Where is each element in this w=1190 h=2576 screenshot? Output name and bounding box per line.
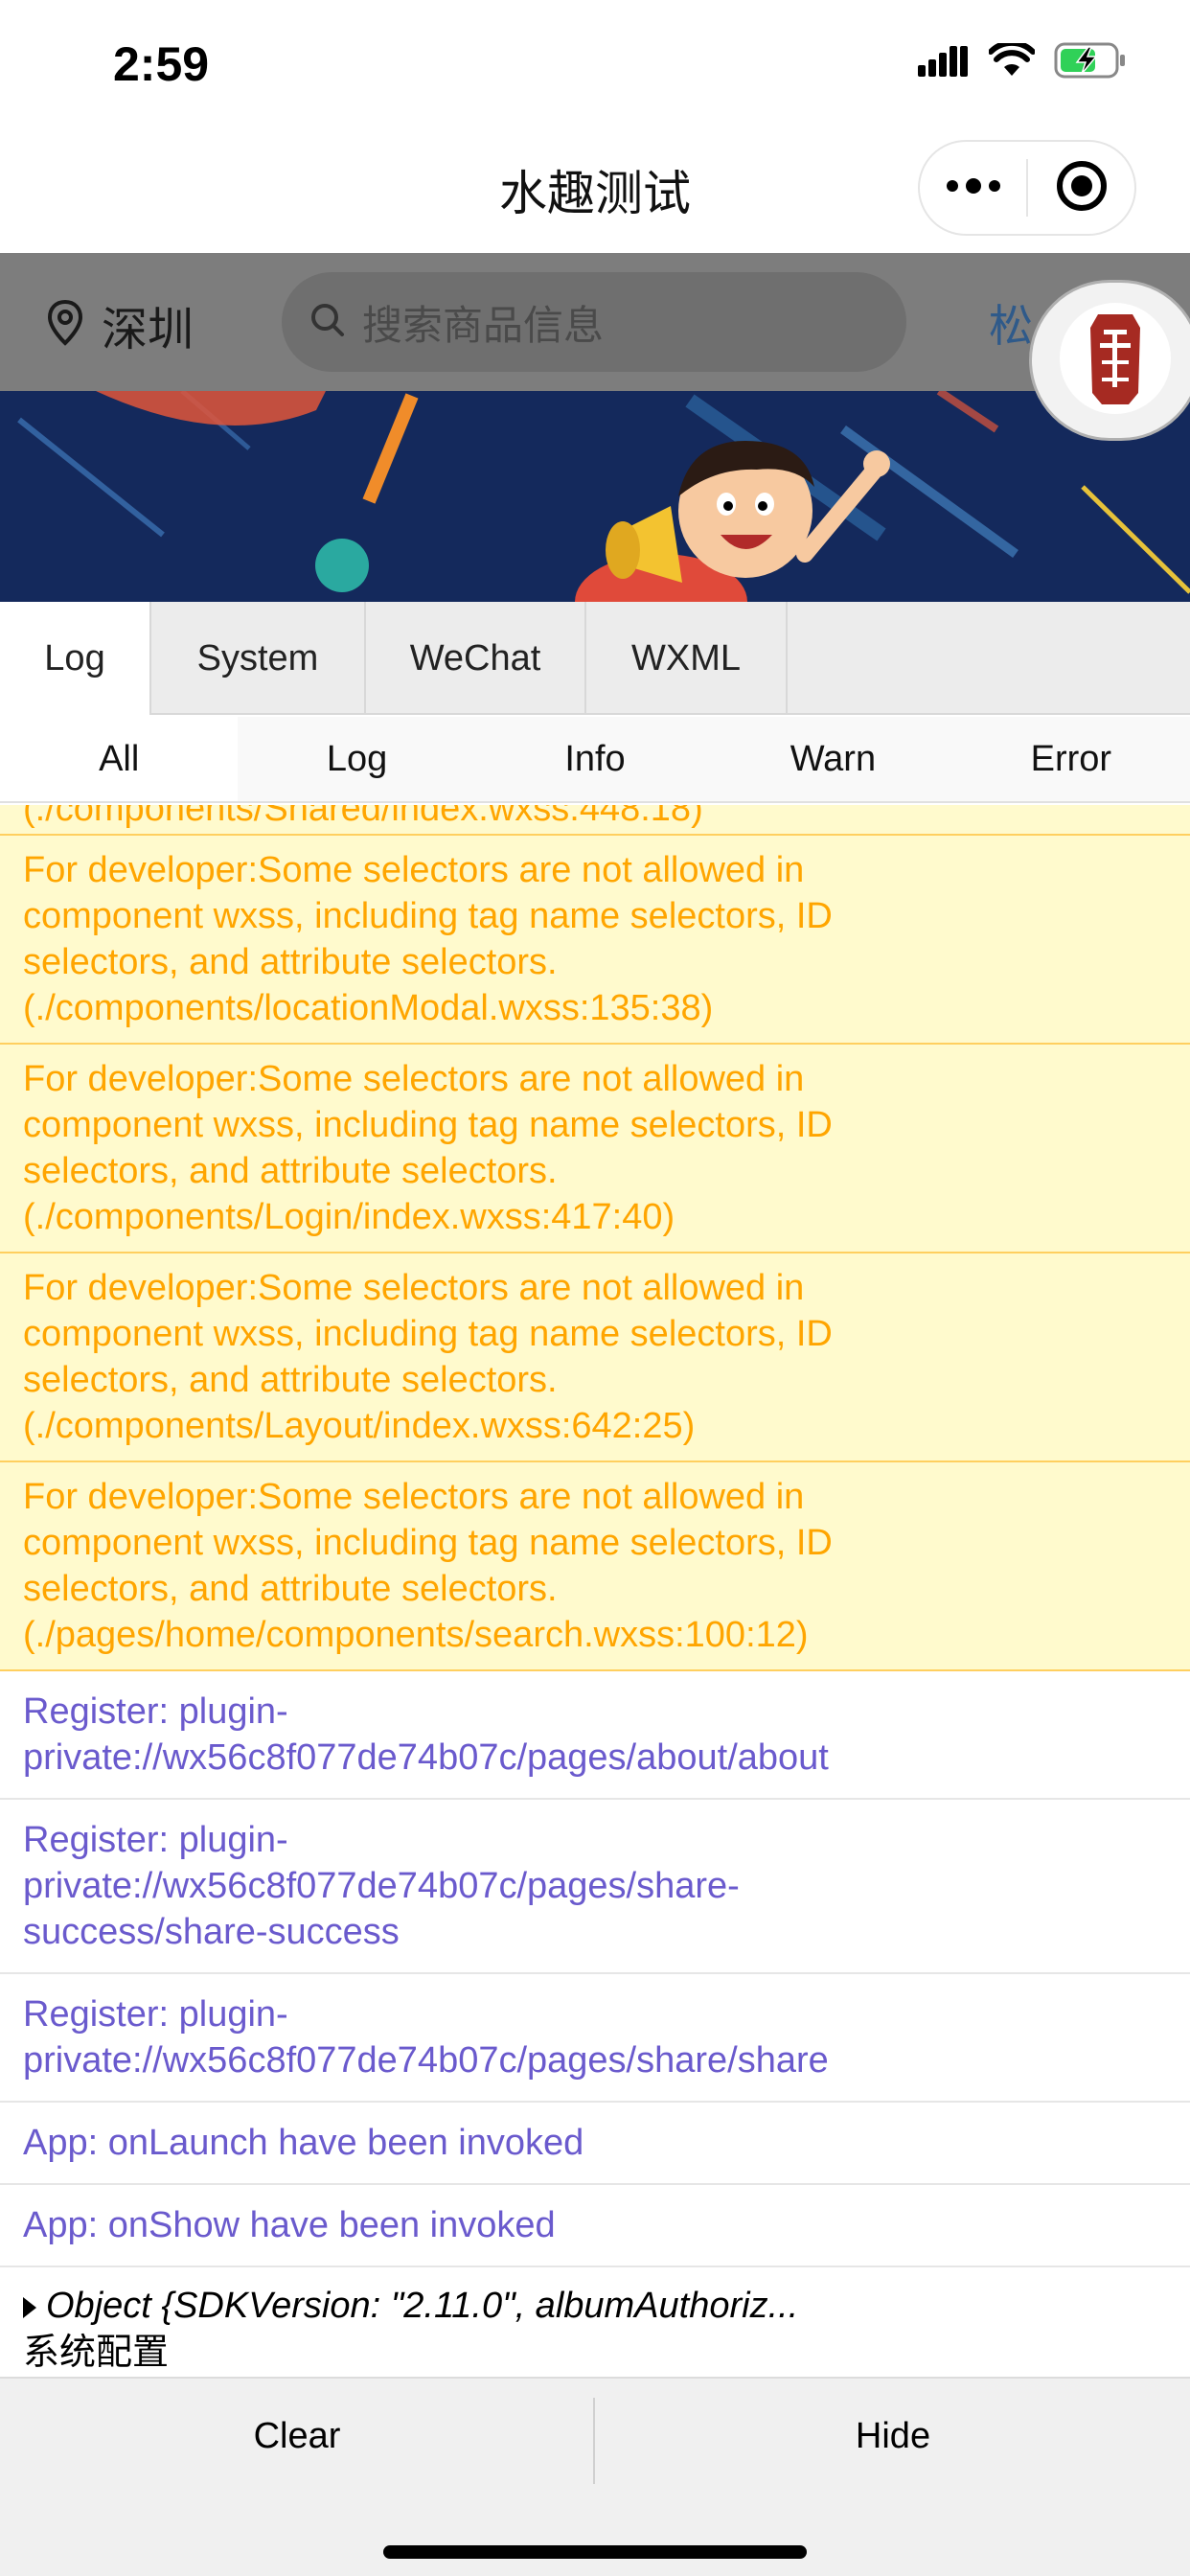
tab-wxml[interactable]: WXML [586, 602, 788, 715]
home-indicator [383, 2545, 807, 2559]
console-footer: Clear Hide [0, 2377, 1190, 2576]
more-button[interactable] [920, 142, 1026, 234]
filter-warn[interactable]: Warn [714, 717, 951, 801]
log-row-log: Register: plugin- private://wx56c8f077de… [0, 1974, 1190, 2103]
log-line: success/share-success [23, 1912, 400, 1952]
log-row-warn: For developer:Some selectors are not all… [0, 1045, 1190, 1254]
log-row-warn: For developer:Some selectors are not all… [0, 1254, 1190, 1462]
log-line: selectors, and attribute selectors. [23, 1151, 558, 1191]
location-pin-icon [46, 299, 84, 352]
footer-divider [593, 2398, 595, 2484]
floating-logo-button[interactable] [1029, 280, 1190, 441]
log-line: private://wx56c8f077de74b07c/pages/about… [23, 1737, 829, 1778]
search-icon [309, 301, 347, 344]
search-input[interactable]: 搜索商品信息 [282, 272, 906, 372]
expand-caret-icon[interactable] [23, 2296, 36, 2318]
console-tabs: Log System WeChat WXML [0, 602, 1190, 715]
log-line: component wxss, including tag name selec… [23, 896, 833, 936]
status-time: 2:59 [113, 37, 210, 91]
object-summary-text: Object {SDKVersion: "2.11.0", albumAutho… [46, 2286, 799, 2326]
log-line: For developer:Some selectors are not all… [23, 1268, 805, 1308]
tab-wechat[interactable]: WeChat [366, 602, 586, 715]
log-line: For developer:Some selectors are not all… [23, 1477, 805, 1517]
log-row-warn: For developer:Some selectors are not all… [0, 836, 1190, 1045]
log-line: (./pages/home/components/search.wxss:100… [23, 1615, 809, 1655]
filter-all[interactable]: All [0, 717, 239, 801]
object-summary[interactable]: Object {SDKVersion: "2.11.0", albumAutho… [23, 2283, 1167, 2329]
signal-icon [918, 44, 970, 81]
header-right-text[interactable]: 松 [989, 291, 1033, 355]
wifi-icon [988, 39, 1036, 82]
log-line: App: onLaunch have been invoked [23, 2123, 584, 2163]
log-line: selectors, and attribute selectors. [23, 1360, 558, 1400]
object-label: 系统配置 [23, 2331, 170, 2373]
log-line: For developer:Some selectors are not all… [23, 1059, 805, 1099]
banner-illustration [0, 391, 1190, 602]
search-placeholder: 搜索商品信息 [362, 301, 605, 349]
filter-info[interactable]: Info [476, 717, 714, 801]
log-line: component wxss, including tag name selec… [23, 1523, 833, 1563]
log-line: For developer:Some selectors are not all… [23, 850, 805, 890]
location-selector[interactable]: 深圳 [46, 291, 194, 358]
log-line: (./components/Layout/index.wxss:642:25) [23, 1406, 696, 1446]
filter-error[interactable]: Error [952, 717, 1190, 801]
log-line: private://wx56c8f077de74b07c/pages/share… [23, 2040, 829, 2081]
location-text: 深圳 [102, 303, 195, 356]
log-line: Register: plugin- [23, 1691, 288, 1732]
log-row-object[interactable]: Object {SDKVersion: "2.11.0", albumAutho… [0, 2267, 1190, 2377]
more-icon [945, 177, 1002, 198]
close-miniprogram-button[interactable] [1028, 142, 1134, 234]
log-line: selectors, and attribute selectors. [23, 1569, 558, 1609]
log-line: Register: plugin- [23, 1994, 288, 2035]
status-icons [918, 39, 1127, 83]
vconsole-panel: Log System WeChat WXML All Log Info Warn… [0, 602, 1190, 2576]
battery-charging-icon [1054, 42, 1127, 83]
miniprogram-capsule [918, 140, 1136, 236]
tab-log[interactable]: Log [0, 602, 151, 715]
log-line: component wxss, including tag name selec… [23, 1105, 833, 1145]
log-filters: All Log Info Warn Error [0, 717, 1190, 803]
log-line: (./components/locationModal.wxss:135:38) [23, 988, 714, 1028]
seal-logo-icon [1058, 301, 1173, 421]
log-row-partial-text: (./components/Shared/index.wxss:448:18) [23, 805, 703, 829]
nav-bar: 水趣测试 [0, 126, 1190, 253]
log-row-log: App: onLaunch have been invoked [0, 2103, 1190, 2185]
close-miniprogram-icon [1055, 159, 1109, 218]
log-row-partial: (./components/Shared/index.wxss:448:18) [0, 805, 1190, 836]
log-line: selectors, and attribute selectors. [23, 942, 558, 982]
log-row-log: Register: plugin- private://wx56c8f077de… [0, 1800, 1190, 1974]
log-row-warn: For developer:Some selectors are not all… [0, 1462, 1190, 1671]
log-line: App: onShow have been invoked [23, 2205, 556, 2245]
log-row-log: App: onShow have been invoked [0, 2185, 1190, 2267]
filter-log[interactable]: Log [238, 717, 475, 801]
hide-button[interactable]: Hide [596, 2379, 1190, 2494]
log-list[interactable]: (./components/Shared/index.wxss:448:18) … [0, 805, 1190, 2377]
log-line: component wxss, including tag name selec… [23, 1314, 833, 1354]
promo-banner[interactable] [0, 391, 1190, 602]
tab-system[interactable]: System [151, 602, 366, 715]
log-line: Register: plugin- [23, 1820, 288, 1860]
status-bar: 2:59 [0, 0, 1190, 126]
log-line: private://wx56c8f077de74b07c/pages/share… [23, 1866, 740, 1906]
app-header: 深圳 搜索商品信息 松 [0, 253, 1190, 391]
log-row-log: Register: plugin- private://wx56c8f077de… [0, 1671, 1190, 1800]
clear-button[interactable]: Clear [0, 2379, 594, 2494]
log-line: (./components/Login/index.wxss:417:40) [23, 1197, 675, 1237]
